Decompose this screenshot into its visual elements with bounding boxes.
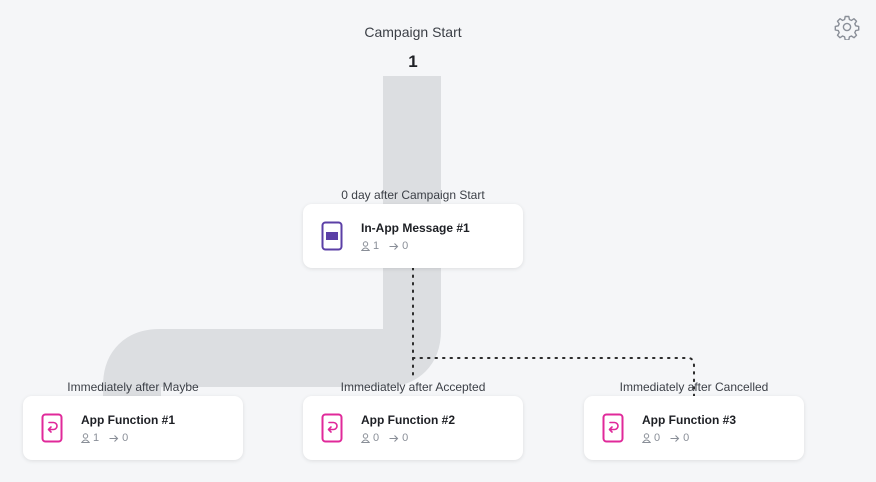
app-function-card[interactable]: App Function #3 0 0 (584, 396, 804, 460)
users-stat: 1 (361, 240, 379, 252)
users-count: 0 (654, 432, 661, 444)
conversions-count: 0 (402, 240, 409, 252)
arrow-right-icon (109, 434, 119, 442)
users-stat: 1 (81, 432, 99, 444)
app-function-card[interactable]: App Function #1 1 0 (23, 396, 243, 460)
conversions-stat: 0 (670, 432, 689, 444)
phone-message-icon (321, 221, 343, 251)
conversions-stat: 0 (389, 432, 408, 444)
step-timing-label: 0 day after Campaign Start (341, 188, 485, 202)
card-title: App Function #3 (642, 413, 736, 427)
campaign-start-label: Campaign Start (364, 24, 462, 40)
app-function-card[interactable]: App Function #2 0 0 (303, 396, 523, 460)
conversions-stat: 0 (109, 432, 128, 444)
user-icon (642, 433, 651, 443)
campaign-start-count: 1 (408, 52, 418, 71)
users-stat: 0 (642, 432, 660, 444)
gear-icon[interactable] (834, 14, 860, 41)
conversions-count: 0 (122, 432, 129, 444)
conversions-count: 0 (402, 432, 409, 444)
step-timing-label: Immediately after Accepted (340, 380, 486, 394)
in-app-message-card[interactable]: In-App Message #1 1 0 (303, 204, 523, 268)
app-function-icon (41, 413, 63, 443)
card-title: App Function #1 (81, 413, 175, 427)
user-icon (361, 433, 370, 443)
card-title: App Function #2 (361, 413, 455, 427)
card-stats: 0 0 (361, 432, 418, 444)
users-count: 0 (373, 432, 380, 444)
card-title: In-App Message #1 (361, 221, 470, 235)
step-timing-label: Immediately after Cancelled (619, 380, 769, 394)
users-count: 1 (373, 240, 380, 252)
campaign-canvas: Campaign Start 1 0 day after Campaign St… (0, 0, 876, 482)
card-stats: 1 0 (361, 240, 418, 252)
app-function-icon (602, 413, 624, 443)
app-function-icon (321, 413, 343, 443)
card-stats: 1 0 (81, 432, 138, 444)
step-timing-label: Immediately after Maybe (67, 380, 199, 394)
arrow-right-icon (670, 434, 680, 442)
conversions-count: 0 (683, 432, 690, 444)
user-icon (361, 241, 370, 251)
conversions-stat: 0 (389, 240, 408, 252)
card-stats: 0 0 (642, 432, 699, 444)
users-stat: 0 (361, 432, 379, 444)
arrow-right-icon (389, 434, 399, 442)
user-icon (81, 433, 90, 443)
arrow-right-icon (389, 242, 399, 250)
users-count: 1 (93, 432, 100, 444)
